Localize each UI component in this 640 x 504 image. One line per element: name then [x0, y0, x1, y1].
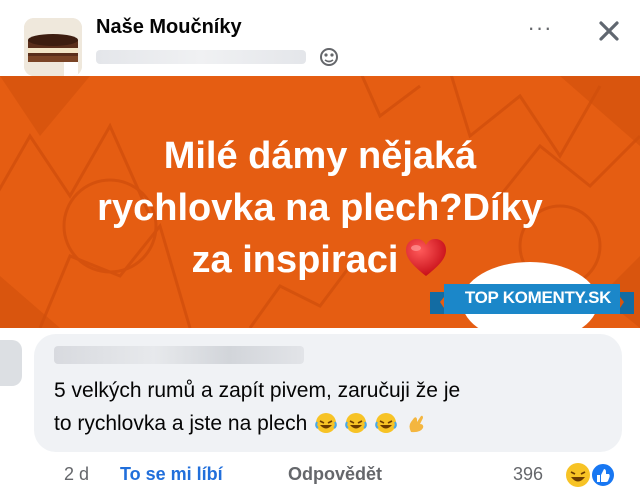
like-reaction-icon: [590, 462, 616, 488]
haha-reaction-icon: [566, 463, 590, 487]
comment-time[interactable]: 2 d: [64, 464, 89, 485]
group-avatar[interactable]: [24, 18, 82, 76]
post-meta-blurred: [96, 50, 306, 64]
comment-bubble: 5 velkých rumů a zapít pivem, zaručuji ž…: [34, 334, 622, 452]
post-header: Naše Moučníky ···: [0, 0, 640, 78]
comment-text: 5 velkých rumů a zapít pivem, zaručuji ž…: [54, 374, 594, 440]
laughing-emoji-icon: [315, 413, 337, 433]
globe-icon[interactable]: [318, 46, 340, 68]
comment-text-line-2-row: to rychlovka a jste na plech: [54, 407, 594, 440]
commenter-name-blurred[interactable]: [54, 346, 304, 364]
commenter-avatar[interactable]: [0, 340, 22, 386]
close-icon[interactable]: [592, 14, 626, 48]
comment-text-line-2: to rychlovka a jste na plech: [54, 412, 308, 435]
reaction-icons[interactable]: [563, 460, 623, 490]
laughing-emoji-icon: [375, 413, 397, 433]
comment-actions: 2 d To se mi líbí Odpovědět 396: [0, 460, 640, 490]
more-button[interactable]: ···: [524, 17, 556, 42]
hand-emoji-icon: [409, 415, 423, 433]
image-text-line-3-label: za inspiraci: [191, 239, 399, 281]
group-name[interactable]: Naše Moučníky: [96, 16, 242, 39]
laughing-emoji-icon: [345, 413, 367, 433]
watermark-text: TOP KOMENTY.SK: [464, 288, 612, 307]
reply-button[interactable]: Odpovědět: [288, 464, 382, 485]
comment-text-line-1: 5 velkých rumů a zapít pivem, zaručuji ž…: [54, 379, 461, 402]
reaction-count[interactable]: 396: [513, 464, 543, 485]
image-text-line-1: Milé dámy nějaká: [163, 135, 477, 177]
image-text-line-2: rychlovka na plech?Díky: [97, 187, 543, 229]
like-button[interactable]: To se mi líbí: [120, 464, 223, 485]
